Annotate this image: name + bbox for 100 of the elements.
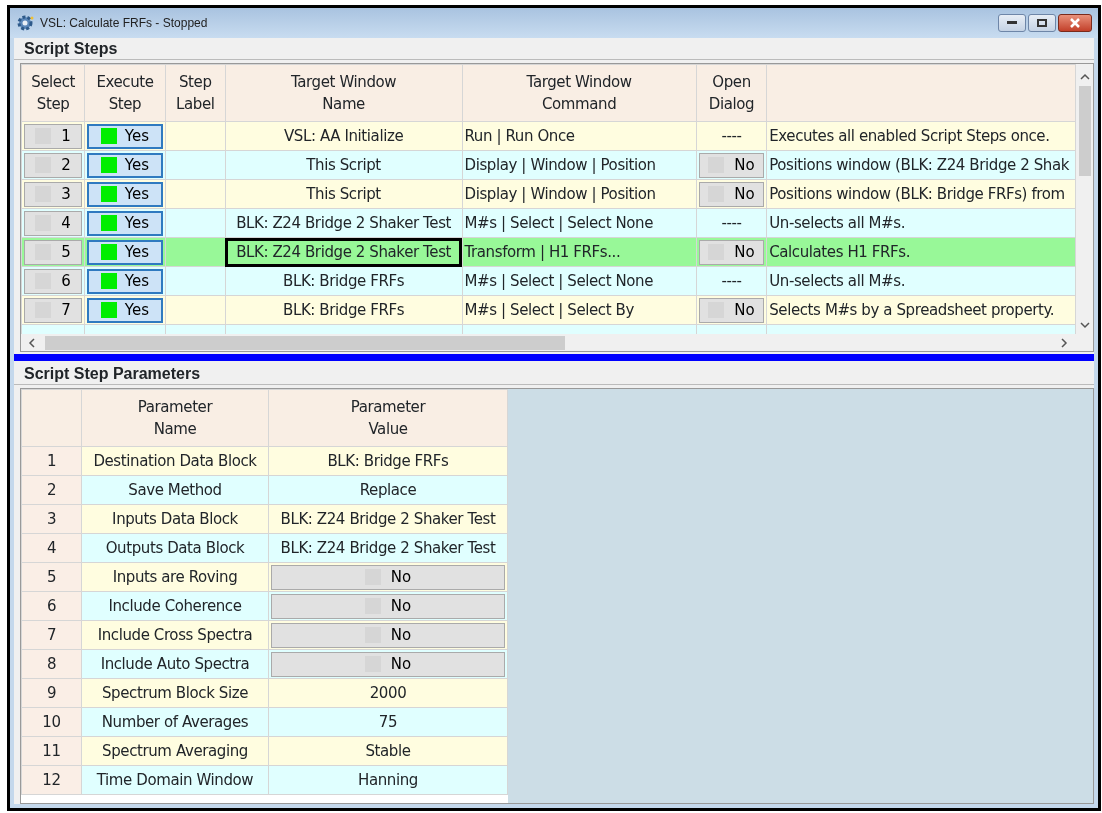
table-cell: Transform | H1 FRFs...	[462, 237, 697, 267]
row-select-button[interactable]: 2	[24, 152, 83, 178]
scroll-left-icon[interactable]	[27, 337, 37, 348]
row-select-button[interactable]: 3	[24, 181, 83, 207]
table-cell: Include Auto Spectra	[81, 649, 269, 679]
step-number: 7	[61, 299, 71, 321]
row-header: 2	[21, 475, 82, 505]
row-header: 1	[21, 446, 82, 476]
toggle-label: No	[734, 154, 755, 176]
toggle-label: Yes	[124, 299, 150, 321]
value-toggle[interactable]: No	[271, 564, 505, 590]
table-cell: 2000	[268, 678, 508, 708]
row-header: 4	[21, 533, 82, 563]
column-header[interactable]: Step Label	[165, 64, 226, 122]
table-cell: Run | Run Once	[462, 121, 697, 151]
execute-toggle[interactable]: Yes	[87, 181, 163, 207]
row-select-button[interactable]: 5	[24, 239, 83, 265]
toggle-label: No	[390, 566, 412, 588]
column-header[interactable]: Target Window Command	[462, 64, 697, 122]
value-toggle[interactable]: No	[271, 593, 505, 619]
row-select-button[interactable]: 7	[24, 297, 83, 323]
table-cell: Stable	[268, 736, 508, 766]
table-cell: Number of Averages	[81, 707, 269, 737]
table-cell: Replace	[268, 475, 508, 505]
table-cell: Spectrum Block Size	[81, 678, 269, 708]
row-header: 6	[21, 591, 82, 621]
scroll-up-icon[interactable]	[1079, 72, 1090, 82]
execute-toggle[interactable]: Yes	[87, 297, 163, 323]
vertical-scrollbar[interactable]	[1076, 64, 1093, 334]
scroll-right-icon[interactable]	[1059, 337, 1069, 348]
row-select-button[interactable]: 4	[24, 210, 83, 236]
row-header: 7	[21, 620, 82, 650]
maximize-icon	[1037, 19, 1047, 27]
table-cell: BLK: Z24 Bridge 2 Shaker Test	[268, 533, 508, 563]
dialog-toggle[interactable]: No	[698, 181, 765, 207]
table-cell: BLK: Z24 Bridge 2 Shaker Test	[225, 208, 462, 238]
minimize-button[interactable]	[998, 14, 1026, 32]
table-cell: Un-selects all M#s.	[766, 208, 1076, 238]
row-header: 10	[21, 707, 82, 737]
section-title: Script Steps	[14, 38, 1094, 60]
table-cell: Executes all enabled Script Steps once.	[766, 121, 1076, 151]
execute-toggle[interactable]: Yes	[87, 123, 163, 149]
column-header[interactable]: Select Step	[21, 64, 85, 122]
row-header: 11	[21, 736, 82, 766]
column-header[interactable]: Open Dialog	[696, 64, 767, 122]
value-toggle[interactable]: No	[271, 622, 505, 648]
horizontal-scrollbar[interactable]	[21, 334, 1093, 351]
row-header: 8	[21, 649, 82, 679]
toggle-label: No	[390, 653, 412, 675]
column-header[interactable]: Execute Step	[84, 64, 166, 122]
row-select-button[interactable]: 1	[24, 123, 83, 149]
toggle-label: No	[734, 241, 755, 263]
table-cell: M#s | Select | Select None	[462, 208, 697, 238]
column-header[interactable]: Parameter Value	[268, 389, 508, 447]
toggle-label: Yes	[124, 154, 150, 176]
table-cell: Un-selects all M#s.	[766, 266, 1076, 296]
row-header: 12	[21, 765, 82, 795]
scroll-down-icon[interactable]	[1079, 320, 1090, 330]
table-cell: Display | Window | Position	[462, 179, 697, 209]
table-cell: M#s | Select | Select By	[462, 295, 697, 325]
execute-toggle[interactable]: Yes	[87, 268, 163, 294]
splitter-bar[interactable]	[14, 354, 1094, 361]
row-select-button[interactable]: 6	[24, 268, 83, 294]
table-cell: BLK: Z24 Bridge 2 Shaker Test	[268, 504, 508, 534]
execute-toggle[interactable]: Yes	[87, 239, 163, 265]
table-cell: Display | Window | Position	[462, 150, 697, 180]
toggle-label: Yes	[124, 212, 150, 234]
execute-toggle[interactable]: Yes	[87, 152, 163, 178]
execute-toggle[interactable]: Yes	[87, 210, 163, 236]
table-cell: ----	[696, 121, 767, 151]
table-cell: Save Method	[81, 475, 269, 505]
dialog-toggle[interactable]: No	[698, 152, 765, 178]
scroll-thumb[interactable]	[45, 335, 565, 350]
table-cell: Spectrum Averaging	[81, 736, 269, 766]
table-cell: This Script	[225, 179, 462, 209]
column-header[interactable]: Target Window Name	[225, 64, 462, 122]
value-toggle[interactable]: No	[271, 651, 505, 677]
close-button[interactable]	[1058, 14, 1092, 32]
window-title: VSL: Calculate FRFs - Stopped	[40, 15, 208, 32]
table-cell: 75	[268, 707, 508, 737]
dialog-toggle[interactable]: No	[698, 239, 765, 265]
maximize-button[interactable]	[1028, 14, 1056, 32]
dialog-toggle[interactable]: No	[698, 297, 765, 323]
table-cell: Positions window (BLK: Bridge FRFs) from	[766, 179, 1076, 209]
step-number: 1	[61, 125, 71, 147]
toggle-label: No	[390, 624, 412, 646]
toggle-label: Yes	[124, 241, 150, 263]
scroll-thumb[interactable]	[1078, 86, 1091, 176]
column-header[interactable]: Parameter Name	[81, 389, 269, 447]
table-cell: BLK: Bridge FRFs	[225, 266, 462, 296]
toggle-label: Yes	[124, 270, 150, 292]
section-title: Script Step Parameters	[14, 363, 1094, 385]
toggle-label: No	[734, 299, 755, 321]
toggle-label: No	[390, 595, 412, 617]
table-cell: Hanning	[268, 765, 508, 795]
close-icon	[1070, 18, 1080, 28]
table-cell: VSL: AA Initialize	[225, 121, 462, 151]
table-cell: Inputs are Roving	[81, 562, 269, 592]
table-cell: BLK: Bridge FRFs	[268, 446, 508, 476]
table-cell: Include Coherence	[81, 591, 269, 621]
